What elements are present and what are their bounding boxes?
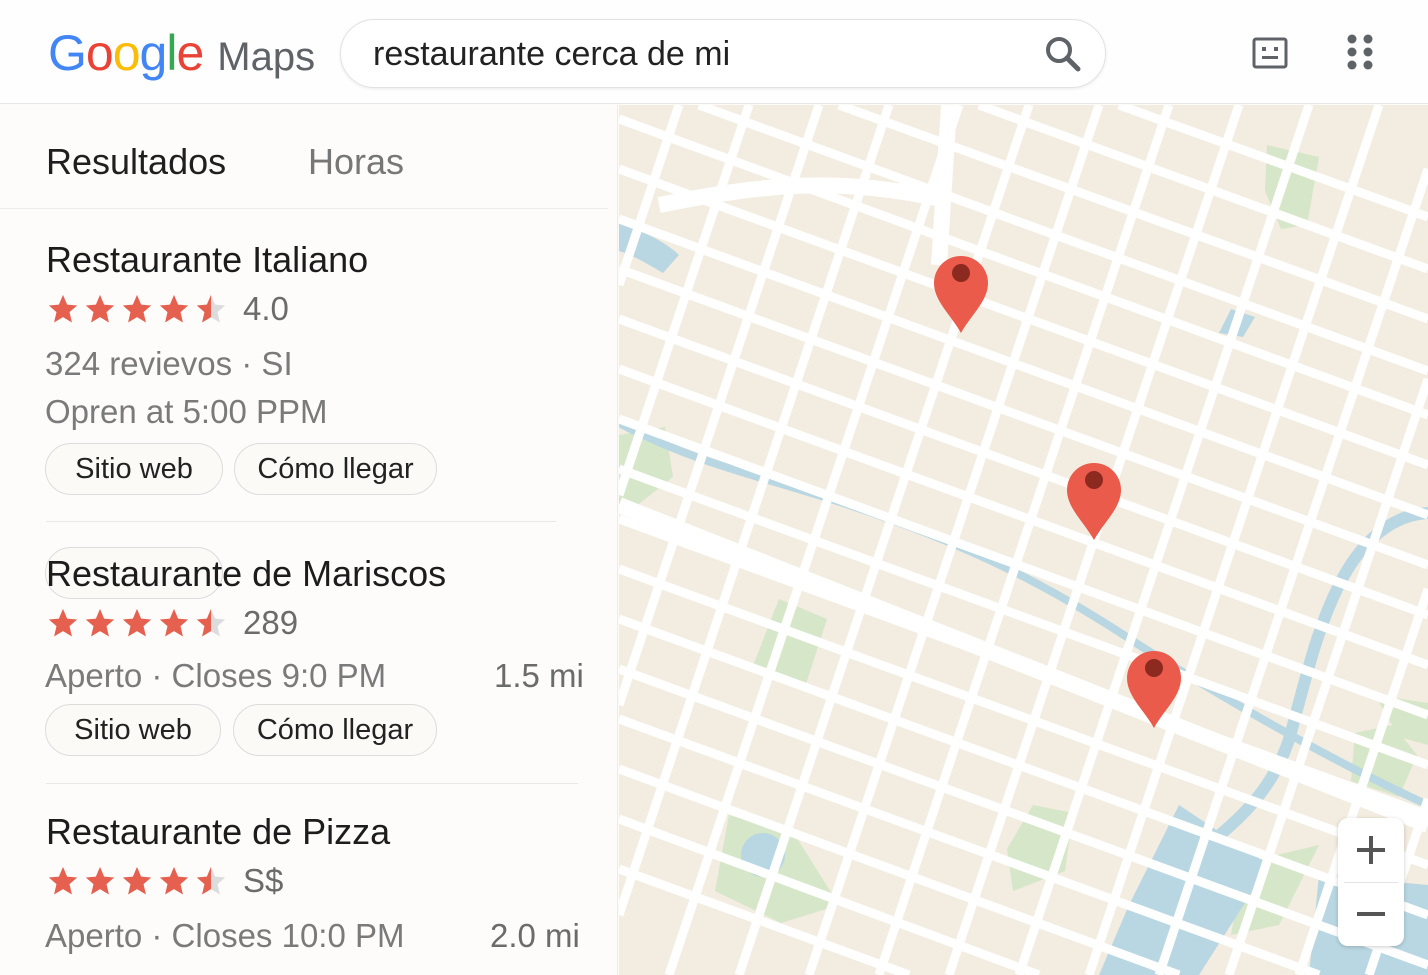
result-card[interactable]: Restaurante de Pizza S$ Aperto · Closes … xyxy=(0,783,608,975)
logo-letter: e xyxy=(176,25,204,81)
zoom-in-button[interactable] xyxy=(1338,818,1404,882)
tab-horas[interactable]: Horas xyxy=(308,141,404,183)
logo-letter: G xyxy=(48,25,87,81)
half-star-icon xyxy=(196,294,226,323)
half-star-icon xyxy=(196,608,226,637)
result-hours: Aperto · Closes 10:0 PM xyxy=(45,917,405,954)
result-hours: Opren at 5:00 PPM xyxy=(45,393,328,430)
apps-grid-icon[interactable] xyxy=(1346,32,1376,72)
website-button[interactable]: Sitio web xyxy=(45,704,221,756)
star-rating xyxy=(46,292,231,326)
search-input[interactable] xyxy=(373,32,1023,76)
results-tabs: Resultados Horas xyxy=(0,105,608,209)
result-distance: 1.5 mi xyxy=(494,657,584,694)
results-panel: Resultados Horas Restaurante Italiano 4.… xyxy=(0,105,618,975)
result-title[interactable]: Restaurante de Pizza xyxy=(46,811,390,853)
star-icon xyxy=(159,294,189,323)
price-level: S$ xyxy=(243,862,284,899)
zoom-out-button[interactable] xyxy=(1338,882,1404,946)
logo-letter: o xyxy=(85,25,114,81)
half-star-icon xyxy=(196,866,226,895)
star-icon xyxy=(85,294,115,323)
minus-icon xyxy=(1357,912,1385,916)
rating-row: 4.0 xyxy=(46,290,289,327)
star-icon xyxy=(159,866,189,895)
logo-letter: l xyxy=(166,25,177,81)
plus-icon xyxy=(1357,836,1385,864)
star-icon xyxy=(122,294,152,323)
rating-value: 4.0 xyxy=(243,290,289,327)
rating-row: S$ xyxy=(46,862,284,899)
website-button[interactable]: Sitio web xyxy=(45,443,223,495)
star-icon xyxy=(122,866,152,895)
map-canvas[interactable] xyxy=(619,105,1428,975)
logo-letter: g xyxy=(139,25,168,81)
keyboard-icon[interactable] xyxy=(1252,36,1288,70)
map-drawing[interactable] xyxy=(619,105,1428,975)
rating-value: 289 xyxy=(243,604,299,641)
google-maps-logo[interactable]: G o o g l e Maps xyxy=(48,24,316,81)
search-box[interactable] xyxy=(340,19,1106,88)
star-icon xyxy=(48,866,78,895)
star-icon xyxy=(48,294,78,323)
tab-resultados[interactable]: Resultados xyxy=(46,141,226,183)
logo-product-name: Maps xyxy=(217,35,316,79)
star-icon xyxy=(159,608,189,637)
result-distance: 2.0 mi xyxy=(490,917,580,954)
logo-letter: o xyxy=(112,25,141,81)
star-rating xyxy=(46,864,231,898)
result-title[interactable]: Restaurante de Mariscos xyxy=(46,553,446,595)
directions-button[interactable]: Cómo llegar xyxy=(234,443,437,495)
result-hours: Aperto · Closes 9:0 PM xyxy=(45,657,387,694)
search-icon[interactable] xyxy=(1043,34,1083,74)
rating-row: 289 xyxy=(46,604,299,641)
star-icon xyxy=(122,608,152,637)
result-title[interactable]: Restaurante Italiano xyxy=(46,239,368,281)
star-icon xyxy=(85,608,115,637)
directions-button[interactable]: Cómo llegar xyxy=(233,704,437,756)
zoom-control xyxy=(1338,818,1404,946)
star-rating xyxy=(46,606,231,640)
star-icon xyxy=(85,866,115,895)
result-reviews: 324 revievos · SI xyxy=(45,345,293,382)
top-bar: G o o g l e Maps xyxy=(0,0,1428,104)
star-icon xyxy=(48,608,78,637)
